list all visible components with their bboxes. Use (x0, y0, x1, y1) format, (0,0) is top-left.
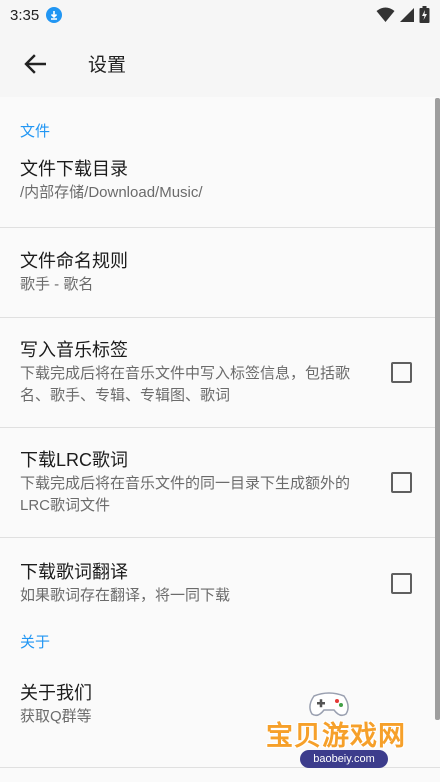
pref-download-lrc[interactable]: 下载LRC歌词 下载完成后将在音乐文件的同一目录下生成额外的LRC歌词文件 (0, 428, 440, 538)
wifi-icon (376, 7, 395, 22)
watermark-domain: baobeiy.com (300, 750, 388, 768)
arrow-back-icon (24, 53, 46, 74)
pref-summary: 下载完成后将在音乐文件的同一目录下生成额外的LRC歌词文件 (20, 475, 351, 514)
pref-download-dir[interactable]: 文件下载目录 /内部存储/Download/Music/ (0, 151, 440, 228)
pref-title: 文件下载目录 (20, 159, 128, 179)
status-time: 3:35 (10, 6, 40, 24)
pref-summary: /内部存储/Download/Music/ (20, 184, 203, 201)
settings-list[interactable]: 文件 文件下载目录 /内部存储/Download/Music/ 文件命名规则 歌… (0, 97, 440, 746)
pref-summary: 歌手 - 歌名 (20, 276, 94, 293)
pref-summary: 下载完成后将在音乐文件中写入标签信息，包括歌名、歌手、专辑、专辑图、歌词 (20, 365, 351, 404)
pref-download-translation[interactable]: 下载歌词翻译 如果歌词存在翻译，将一同下载 (0, 538, 440, 628)
pref-write-tags[interactable]: 写入音乐标签 下载完成后将在音乐文件中写入标签信息，包括歌名、歌手、专辑、专辑图… (0, 318, 440, 428)
pref-title: 文件命名规则 (20, 251, 128, 271)
status-bar: 3:35 (0, 0, 440, 30)
pref-title: 下载LRC歌词 (20, 450, 129, 470)
battery-charging-icon (419, 6, 430, 23)
page-title: 设置 (88, 55, 127, 76)
watermark-text: 宝贝游戏网 (266, 721, 406, 752)
pref-summary: 如果歌词存在翻译，将一同下载 (20, 586, 231, 604)
app-bar: 设置 (0, 30, 440, 97)
back-button[interactable] (17, 46, 53, 82)
download-icon (46, 7, 63, 23)
pref-title: 下载歌词翻译 (20, 561, 128, 582)
download-translation-checkbox[interactable] (391, 572, 412, 594)
category-file: 文件 (20, 123, 51, 140)
pref-title: 写入音乐标签 (20, 340, 128, 360)
write-tags-checkbox[interactable] (391, 362, 412, 383)
download-lrc-checkbox[interactable] (391, 472, 412, 493)
cellular-icon (400, 7, 414, 22)
pref-naming-rule[interactable]: 文件命名规则 歌手 - 歌名 (0, 228, 440, 318)
status-icons (376, 6, 430, 23)
category-about: 关于 (20, 634, 51, 651)
watermark-logo: 宝贝游戏网 baobeiy.com (262, 690, 412, 780)
scrollbar[interactable] (435, 98, 440, 720)
